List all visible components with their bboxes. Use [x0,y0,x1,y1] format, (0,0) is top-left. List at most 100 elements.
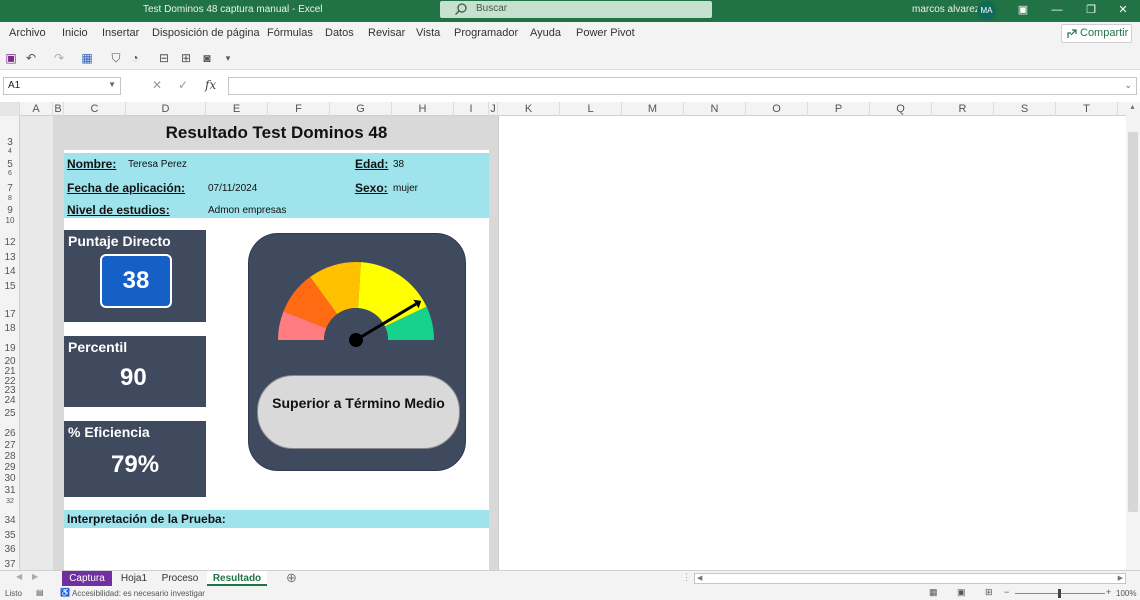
close-button[interactable]: ✕ [1106,0,1140,22]
menu-formulas[interactable]: Fórmulas [267,27,313,39]
scroll-up-icon[interactable]: ▲ [1129,104,1136,111]
menu-archivo[interactable]: Archivo [9,27,46,39]
tab-hoja1[interactable]: Hoja1 [114,571,154,586]
column-a-area[interactable] [20,116,53,570]
tab-captura[interactable]: Captura [62,571,112,586]
row-header[interactable]: 26 [0,428,20,439]
row-header[interactable]: 36 [0,544,20,555]
tab-prev-icon[interactable]: ◀ [16,572,22,581]
redo-icon[interactable]: ↷ [52,51,66,65]
column-header[interactable]: F [268,102,330,116]
gauge-card[interactable]: Superior a Término Medio [248,233,466,471]
row-header[interactable]: 34 [0,515,20,526]
scroll-thumb[interactable] [1128,132,1138,512]
zoom-slider[interactable] [1015,589,1105,598]
row-header[interactable]: 12 [0,237,20,248]
restore-button[interactable]: ❐ [1074,0,1108,22]
column-header[interactable]: G [330,102,392,116]
select-all-corner[interactable] [0,102,20,116]
menu-programador[interactable]: Programador [454,27,518,39]
row-header[interactable]: 15 [0,281,20,292]
zoom-level[interactable]: 100% [1116,589,1136,598]
column-header[interactable]: H [392,102,454,116]
direct-score-value[interactable]: 38 [100,254,172,308]
column-header[interactable]: O [746,102,808,116]
accessibility-status[interactable]: Accesibilidad: es necesario investigar [72,589,205,598]
minimize-button[interactable]: — [1040,0,1074,22]
column-header[interactable]: L [560,102,622,116]
accessibility-icon[interactable]: ♿ [60,588,70,597]
row-header[interactable]: 31 [0,485,20,496]
formula-input[interactable]: ⌄ [228,77,1137,95]
column-header[interactable]: M [622,102,684,116]
column-header[interactable]: K [498,102,560,116]
save-icon[interactable]: ▣ [4,51,18,65]
column-header[interactable]: N [684,102,746,116]
avatar[interactable]: MA [977,1,996,20]
education-value[interactable]: Admon empresas [208,205,286,216]
menu-vista[interactable]: Vista [416,27,440,39]
menu-disposicion[interactable]: Disposición de página [152,27,260,39]
column-header[interactable]: C [64,102,126,116]
row-header[interactable]: 37 [0,559,20,570]
row-header[interactable]: 8 [0,193,20,204]
row-header[interactable]: 4 [0,146,20,157]
age-value[interactable]: 38 [393,159,404,170]
row-header[interactable]: 28 [0,451,20,462]
column-header[interactable]: J [489,102,498,116]
column-header[interactable]: I [454,102,489,116]
enter-icon[interactable]: ✓ [178,78,188,92]
split-handle-icon[interactable]: ⋮ [682,572,691,583]
percentile-value[interactable]: 90 [120,364,147,392]
user-name[interactable]: marcos alvarez [912,4,980,15]
row-header[interactable]: 27 [0,440,20,451]
sex-value[interactable]: mujer [393,183,418,194]
chevron-down-icon[interactable]: ▼ [108,80,116,89]
column-header[interactable]: Q [870,102,932,116]
filter-icon[interactable]: ⛉ [109,51,123,65]
zoom-in-icon[interactable]: + [1106,587,1111,597]
column-header[interactable]: S [994,102,1056,116]
row-header[interactable]: 24 [0,395,20,406]
column-header[interactable]: A [20,102,53,116]
vertical-scrollbar[interactable]: ▲ [1126,102,1140,570]
column-header[interactable]: D [126,102,206,116]
column-header[interactable]: E [206,102,268,116]
row-header[interactable]: 14 [0,266,20,277]
row-header[interactable]: 10 [0,215,20,226]
ribbon-display-icon[interactable]: ▣ [1006,0,1040,22]
row-header[interactable]: 35 [0,530,20,541]
zoom-out-icon[interactable]: − [1004,587,1009,597]
tab-proceso[interactable]: Proceso [156,571,204,586]
date-value[interactable]: 07/11/2024 [208,183,257,194]
menu-ayuda[interactable]: Ayuda [530,27,561,39]
page-break-icon[interactable]: ⊞ [985,587,993,598]
row-header[interactable]: 25 [0,408,20,419]
cancel-icon[interactable]: ✕ [152,78,162,92]
row-header[interactable]: 18 [0,323,20,334]
search-box[interactable]: Buscar [440,1,712,18]
expand-formula-icon[interactable]: ⌄ [1124,80,1132,91]
menu-power-pivot[interactable]: Power Pivot [576,27,635,39]
menu-datos[interactable]: Datos [325,27,354,39]
cell-grid[interactable] [498,116,1126,570]
freeze-icon[interactable]: ⊞ [179,51,193,65]
insert-function-icon[interactable]: fx [205,78,216,92]
scroll-left-icon[interactable]: ◀ [697,574,702,582]
efficiency-value[interactable]: 79% [111,451,159,479]
customize-qat-icon[interactable]: ▾ [221,51,235,65]
row-header[interactable]: 19 [0,343,20,354]
add-sheet-icon[interactable]: ⊕ [286,570,297,586]
menu-insertar[interactable]: Insertar [102,27,139,39]
form-icon[interactable]: ⊟ [157,51,171,65]
zoom-thumb[interactable] [1058,589,1061,598]
name-value[interactable]: Teresa Perez [128,159,187,170]
row-header[interactable]: 6 [0,168,20,179]
tab-resultado[interactable]: Resultado [207,571,267,586]
scroll-right-icon[interactable]: ▶ [1118,574,1123,582]
share-button[interactable]: Compartir [1061,24,1132,43]
name-box[interactable]: A1 ▼ [3,77,121,95]
column-header[interactable]: R [932,102,994,116]
row-header[interactable]: 30 [0,473,20,484]
menu-revisar[interactable]: Revisar [368,27,405,39]
